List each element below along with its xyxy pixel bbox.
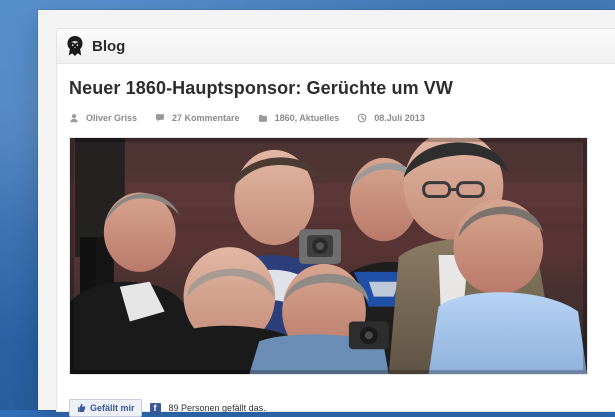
author-name: Oliver Griss (86, 113, 138, 123)
meta-categories[interactable]: 1860, Aktuelles (258, 113, 340, 123)
social-bar: Gefällt mir f 89 Personen gefällt das. (69, 399, 604, 417)
facebook-like-button[interactable]: Gefällt mir (69, 399, 142, 417)
like-count-text: 89 Personen gefällt das. (168, 403, 266, 413)
post-meta: Oliver Griss 27 Kommentare 1860, Aktuell… (69, 113, 604, 123)
user-icon (70, 114, 78, 123)
categories: 1860, Aktuelles (274, 113, 340, 123)
post-content: Neuer 1860-Hauptsponsor: Gerüchte um VW … (57, 64, 615, 417)
blog-card: Blog Neuer 1860-Hauptsponsor: Gerüchte u… (56, 28, 615, 417)
blog-header: Blog (57, 29, 615, 64)
comment-count: 27 Kommentare (172, 113, 240, 123)
lion-icon (67, 36, 83, 56)
meta-comments[interactable]: 27 Kommentare (155, 113, 240, 123)
content-panel: Blog Neuer 1860-Hauptsponsor: Gerüchte u… (38, 10, 615, 417)
like-label: Gefällt mir (90, 403, 135, 413)
thumbs-up-icon (78, 403, 86, 412)
blog-title: Blog (92, 37, 126, 55)
post-title[interactable]: Neuer 1860-Hauptsponsor: Gerüchte um VW (69, 78, 604, 99)
facebook-icon: f (149, 402, 161, 414)
clock-icon (357, 113, 367, 123)
meta-date: 08.Juli 2013 (357, 113, 425, 123)
meta-author[interactable]: Oliver Griss (69, 113, 137, 123)
comment-icon (156, 114, 165, 122)
post-date: 08.Juli 2013 (374, 113, 425, 123)
featured-photo-illustration (70, 138, 587, 374)
featured-photo[interactable] (69, 137, 588, 375)
folder-icon (258, 115, 267, 122)
